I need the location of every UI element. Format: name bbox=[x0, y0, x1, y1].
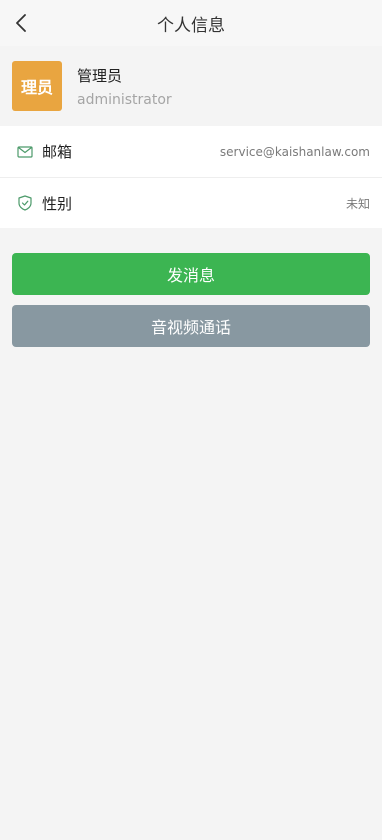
info-row-email[interactable]: 邮箱 service@kaishanlaw.com bbox=[0, 126, 382, 177]
profile-text: 管理员 administrator bbox=[77, 65, 172, 108]
info-list: 邮箱 service@kaishanlaw.com 性别 未知 bbox=[0, 126, 382, 228]
back-button[interactable] bbox=[6, 8, 36, 38]
av-call-button[interactable]: 音视频通话 bbox=[12, 305, 370, 347]
chevron-left-icon bbox=[16, 14, 26, 32]
send-message-button[interactable]: 发消息 bbox=[12, 253, 370, 295]
info-row-gender[interactable]: 性别 未知 bbox=[0, 177, 382, 228]
nickname: 管理员 bbox=[77, 66, 123, 85]
page-title: 个人信息 bbox=[157, 15, 225, 36]
mail-icon bbox=[16, 143, 34, 161]
shield-icon bbox=[16, 194, 34, 212]
profile-header: 理员 管理员 administrator bbox=[0, 46, 382, 126]
gender-value: 未知 bbox=[345, 196, 370, 211]
gender-label: 性别 bbox=[42, 194, 73, 213]
action-buttons: 发消息 音视频通话 bbox=[0, 228, 382, 347]
avatar[interactable]: 理员 bbox=[12, 61, 62, 111]
email-label: 邮箱 bbox=[42, 143, 73, 161]
username: administrator bbox=[77, 91, 172, 108]
email-value: service@kaishanlaw.com bbox=[219, 144, 370, 159]
navbar: 个人信息 bbox=[0, 0, 382, 46]
